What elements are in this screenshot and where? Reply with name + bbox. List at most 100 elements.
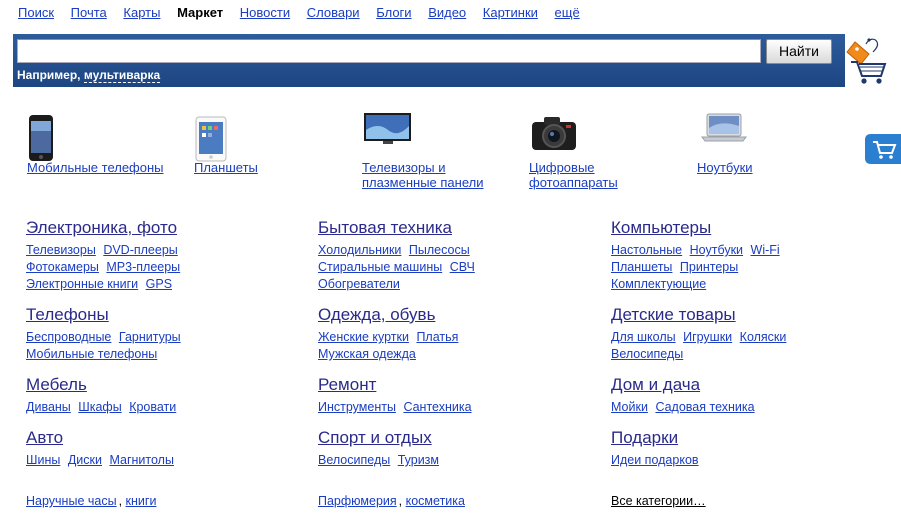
category-block-gifts: Подарки Идеи подарков bbox=[611, 428, 871, 481]
category-title[interactable]: Авто bbox=[26, 428, 63, 448]
featured-item-label[interactable]: Цифровые фотоаппараты bbox=[529, 160, 679, 190]
subcategory-link[interactable]: Женские куртки bbox=[318, 330, 409, 344]
subcategory-line: Планшеты Принтеры bbox=[611, 259, 871, 276]
subcategory-link[interactable]: Пылесосы bbox=[409, 243, 470, 257]
subcategory-line: Мойки Садовая техника bbox=[611, 399, 871, 416]
nav-blogs[interactable]: Блоги bbox=[376, 5, 411, 20]
category-title[interactable]: Компьютеры bbox=[611, 218, 711, 238]
subcategory-link[interactable]: Инструменты bbox=[318, 400, 396, 414]
category-title[interactable]: Одежда, обувь bbox=[318, 305, 435, 325]
subcategory-link[interactable]: Принтеры bbox=[680, 260, 738, 274]
subcategory-link[interactable]: Телевизоры bbox=[26, 243, 96, 257]
subcategory-link[interactable]: Ноутбуки bbox=[690, 243, 743, 257]
featured-item[interactable]: Цифровые фотоаппараты bbox=[529, 108, 679, 190]
subcategory-link[interactable]: Планшеты bbox=[611, 260, 672, 274]
subcategory-link[interactable]: Велосипеды bbox=[318, 453, 390, 467]
category-title[interactable]: Электроника, фото bbox=[26, 218, 177, 238]
subcategory-link[interactable]: MP3-плееры bbox=[106, 260, 180, 274]
category-block-appliances: Бытовая техника Холодильники Пылесосы Ст… bbox=[318, 218, 578, 305]
category-block-furniture: Мебель Диваны Шкафы Кровати bbox=[26, 375, 286, 428]
nav-video[interactable]: Видео bbox=[428, 5, 466, 20]
category-title[interactable]: Ремонт bbox=[318, 375, 376, 395]
subcategory-link[interactable]: DVD-плееры bbox=[103, 243, 177, 257]
subcategory-line: Женские куртки Платья bbox=[318, 329, 578, 346]
subcategory-link[interactable]: Диваны bbox=[26, 400, 71, 414]
subcategory-link[interactable]: Мобильные телефоны bbox=[26, 347, 157, 361]
subcategory-link[interactable]: Для школы bbox=[611, 330, 676, 344]
subcategory-line: Комплектующие bbox=[611, 276, 871, 293]
subcategory-line: Электронные книги GPS bbox=[26, 276, 286, 293]
category-title[interactable]: Телефоны bbox=[26, 305, 109, 325]
category-title[interactable]: Бытовая техника bbox=[318, 218, 452, 238]
subcategory-line: Холодильники Пылесосы bbox=[318, 242, 578, 259]
category-title[interactable]: Подарки bbox=[611, 428, 678, 448]
subcategory-link[interactable]: Обогреватели bbox=[318, 277, 400, 291]
subcategory-link[interactable]: Шкафы bbox=[78, 400, 121, 414]
subcategory-link[interactable]: Мужская одежда bbox=[318, 347, 416, 361]
category-title[interactable]: Детские товары bbox=[611, 305, 736, 325]
featured-item-label[interactable]: Планшеты bbox=[194, 160, 344, 175]
nav-search[interactable]: Поиск bbox=[18, 5, 54, 20]
all-categories-link[interactable]: Все категории… bbox=[611, 494, 706, 508]
subcategory-link[interactable]: Диски bbox=[68, 453, 102, 467]
subcategory-link[interactable]: Идеи подарков bbox=[611, 453, 699, 467]
search-button[interactable]: Найти bbox=[766, 39, 832, 64]
subcategory-link[interactable]: Шины bbox=[26, 453, 60, 467]
subcategory-link[interactable]: Фотокамеры bbox=[26, 260, 99, 274]
featured-item-label[interactable]: Ноутбуки bbox=[697, 160, 847, 175]
nav-maps[interactable]: Карты bbox=[123, 5, 160, 20]
subcategory-link[interactable]: Комплектующие bbox=[611, 277, 706, 291]
featured-item[interactable]: Мобильные телефоны bbox=[27, 108, 177, 175]
laptop-icon bbox=[701, 113, 747, 142]
bottom-link[interactable]: Наручные часы bbox=[26, 494, 117, 508]
nav-more[interactable]: ещё bbox=[555, 5, 580, 20]
nav-mail[interactable]: Почта bbox=[71, 5, 107, 20]
category-title[interactable]: Дом и дача bbox=[611, 375, 700, 395]
subcategory-link[interactable]: GPS bbox=[146, 277, 172, 291]
search-hint: Например, мультиварка bbox=[17, 68, 161, 83]
subcategory-link[interactable]: Коляски bbox=[740, 330, 787, 344]
subcategory-link[interactable]: Велосипеды bbox=[611, 347, 683, 361]
nav-dictionaries[interactable]: Словари bbox=[307, 5, 360, 20]
search-hint-example[interactable]: мультиварка bbox=[83, 68, 161, 83]
bottom-link[interactable]: Парфюмерия bbox=[318, 494, 397, 508]
subcategory-line: Диваны Шкафы Кровати bbox=[26, 399, 286, 416]
subcategory-link[interactable]: Беспроводные bbox=[26, 330, 111, 344]
nav-news[interactable]: Новости bbox=[240, 5, 290, 20]
category-block-auto: Авто Шины Диски Магнитолы bbox=[26, 428, 286, 481]
subcategory-link[interactable]: Мойки bbox=[611, 400, 648, 414]
featured-item[interactable]: Планшеты bbox=[194, 108, 344, 175]
subcategory-line: Фотокамеры MP3-плееры bbox=[26, 259, 286, 276]
subcategory-link[interactable]: Игрушки bbox=[683, 330, 732, 344]
subcategory-link[interactable]: Гарнитуры bbox=[119, 330, 181, 344]
bottom-link[interactable]: косметика bbox=[406, 494, 465, 508]
subcategory-link[interactable]: Настольные bbox=[611, 243, 682, 257]
subcategory-link[interactable]: Холодильники bbox=[318, 243, 401, 257]
subcategory-line: Мужская одежда bbox=[318, 346, 578, 363]
category-title[interactable]: Мебель bbox=[26, 375, 87, 395]
subcategory-link[interactable]: СВЧ bbox=[450, 260, 475, 274]
subcategory-link[interactable]: Сантехника bbox=[403, 400, 471, 414]
subcategory-link[interactable]: Платья bbox=[416, 330, 458, 344]
category-block-computers: Компьютеры Настольные Ноутбуки Wi-Fi Пла… bbox=[611, 218, 871, 305]
subcategory-link[interactable]: Электронные книги bbox=[26, 277, 138, 291]
featured-item[interactable]: Телевизоры и плазменные панели bbox=[362, 108, 512, 190]
search-input[interactable] bbox=[17, 39, 761, 63]
category-block-clothes: Одежда, обувь Женские куртки Платья Мужс… bbox=[318, 305, 578, 375]
nav-images[interactable]: Картинки bbox=[483, 5, 538, 20]
subcategory-link[interactable]: Туризм bbox=[398, 453, 439, 467]
subcategory-link[interactable]: Wi-Fi bbox=[751, 243, 780, 257]
subcategory-link[interactable]: Садовая техника bbox=[655, 400, 754, 414]
featured-item-label[interactable]: Телевизоры и плазменные панели bbox=[362, 160, 512, 190]
featured-item[interactable]: Ноутбуки bbox=[697, 108, 847, 175]
subcategory-line: Велосипеды Туризм bbox=[318, 452, 578, 469]
subcategory-link[interactable]: Магнитолы bbox=[109, 453, 174, 467]
subcategory-link[interactable]: Стиральные машины bbox=[318, 260, 442, 274]
subcategory-line: Для школы Игрушки Коляски bbox=[611, 329, 871, 346]
subcategory-line: Инструменты Сантехника bbox=[318, 399, 578, 416]
subcategory-line: Телевизоры DVD-плееры bbox=[26, 242, 286, 259]
category-title[interactable]: Спорт и отдых bbox=[318, 428, 432, 448]
bottom-link[interactable]: книги bbox=[126, 494, 157, 508]
subcategory-link[interactable]: Кровати bbox=[129, 400, 176, 414]
bottom-links-3: Все категории… bbox=[611, 494, 706, 508]
